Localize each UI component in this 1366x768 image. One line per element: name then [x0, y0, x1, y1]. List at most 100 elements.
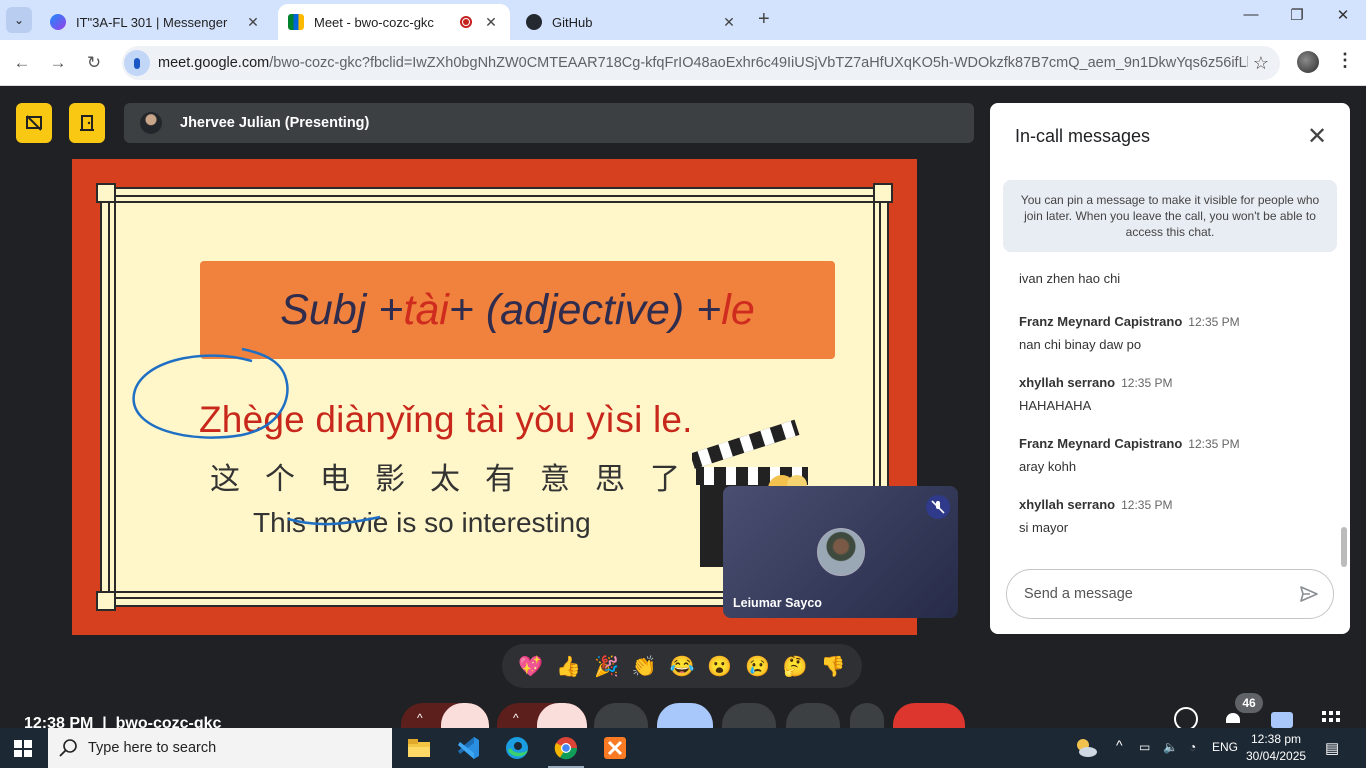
chat-panel-title: In-call messages	[1015, 126, 1151, 146]
mic-options-chevron-icon[interactable]: ^	[417, 711, 423, 725]
chat-icon[interactable]	[1270, 703, 1294, 728]
profile-avatar[interactable]	[1297, 51, 1319, 73]
file-explorer-icon[interactable]	[405, 734, 433, 762]
party-popper-reaction-icon[interactable]: 🎉	[590, 654, 622, 679]
wifi-icon[interactable]: ◔	[1189, 740, 1196, 754]
chat-message-text: aray kohh	[1019, 459, 1077, 474]
tab-title: GitHub	[552, 14, 593, 30]
grammar-formula-box: Subj + tài + (adjective) + le	[200, 261, 835, 359]
formula-adjective: + (adjective) +	[448, 285, 722, 334]
edge-browser-icon[interactable]	[503, 734, 531, 762]
camera-options-chevron-icon[interactable]: ^	[513, 711, 519, 725]
clock-time: 12:38 pm	[1251, 732, 1302, 746]
tab-search-chevron-icon[interactable]: ⌄	[6, 7, 32, 33]
show-hidden-icons-chevron[interactable]: ^	[1116, 737, 1123, 753]
muted-mic-icon	[926, 495, 950, 519]
bookmark-star-icon[interactable]: ☆	[1248, 53, 1274, 74]
back-arrow-icon[interactable]: ←	[9, 50, 35, 76]
message-input-placeholder: Send a message	[1024, 586, 1133, 602]
chat-message-text: si mayor	[1019, 520, 1069, 535]
volume-icon[interactable]: 🔈	[1163, 740, 1178, 754]
xampp-icon[interactable]	[601, 734, 629, 762]
clapping-reaction-icon[interactable]: 👏	[628, 654, 660, 679]
thumbs-down-reaction-icon[interactable]: 👎	[817, 654, 849, 679]
message-time: 12:35 PM	[1121, 498, 1173, 512]
sad-reaction-icon[interactable]: 😢	[741, 654, 773, 679]
vscode-icon[interactable]	[454, 734, 482, 762]
chat-message-text: HAHAHAHA	[1019, 398, 1092, 413]
thumbs-up-reaction-icon[interactable]: 👍	[553, 654, 585, 679]
chat-message-text: ivan zhen hao chi	[1019, 271, 1121, 286]
windows-start-icon[interactable]	[14, 740, 32, 757]
presenter-name: Jhervee Julian (Presenting)	[180, 115, 370, 131]
more-options-button[interactable]	[850, 703, 884, 728]
formula-tai: tài	[403, 285, 449, 334]
taskbar-search-box[interactable]: Type here to search	[48, 728, 392, 768]
close-panel-icon[interactable]: ✕	[1302, 123, 1332, 153]
send-icon[interactable]	[1299, 584, 1319, 604]
mic-off-button[interactable]	[441, 703, 489, 728]
formula-le: le	[721, 285, 755, 334]
messenger-icon	[50, 14, 66, 30]
participant-tile[interactable]: Leiumar Sayco	[723, 486, 958, 618]
close-tab-icon[interactable]: ✕	[482, 14, 500, 31]
message-input[interactable]: Send a message	[1006, 569, 1334, 619]
chrome-browser-icon[interactable]	[552, 734, 580, 762]
address-bar[interactable]: meet.google.com/bwo-cozc-gkc?fbclid=IwZX…	[122, 46, 1280, 80]
close-window-icon[interactable]: ✕	[1328, 6, 1358, 24]
sparkling-heart-reaction-icon[interactable]: 💖	[515, 654, 547, 679]
presenter-bar: Jhervee Julian (Presenting)	[124, 103, 974, 143]
message-time: 12:35 PM	[1188, 437, 1240, 451]
message-time: 12:35 PM	[1121, 376, 1173, 390]
tab-google-meet[interactable]: Meet - bwo-cozc-gkc ✕	[278, 4, 510, 40]
reload-icon[interactable]: ↻	[81, 50, 107, 76]
system-clock[interactable]: 12:38 pm 30/04/2025	[1246, 731, 1306, 765]
forward-arrow-icon[interactable]: →	[45, 50, 71, 76]
taskbar-search-placeholder: Type here to search	[88, 740, 217, 756]
camera-controls[interactable]: ^	[497, 703, 587, 728]
leave-call-button[interactable]	[893, 703, 965, 728]
laughing-reaction-icon[interactable]: 😂	[666, 654, 698, 679]
minimize-window-icon[interactable]: —	[1236, 6, 1266, 23]
thinking-reaction-icon[interactable]: 🤔	[779, 654, 811, 679]
captions-button[interactable]	[594, 703, 648, 728]
emoji-reactions-button[interactable]	[657, 703, 713, 728]
weather-icon[interactable]	[1072, 734, 1100, 762]
tab-messenger[interactable]: IT"3A-FL 301 | Messenger ✕	[40, 4, 272, 40]
tab-github[interactable]: GitHub ✕	[516, 4, 748, 40]
language-indicator[interactable]: ENG	[1212, 740, 1238, 754]
chat-scrollbar[interactable]	[1341, 527, 1347, 567]
google-meet-icon	[288, 14, 304, 30]
camera-off-button[interactable]	[537, 703, 587, 728]
participant-name: Leiumar Sayco	[733, 596, 822, 610]
present-screen-button[interactable]	[722, 703, 776, 728]
restore-window-icon[interactable]: ❐	[1282, 6, 1312, 24]
battery-icon[interactable]: ▭	[1139, 740, 1150, 754]
microphone-in-use-icon[interactable]	[124, 50, 150, 76]
message-sender: xhyllah serrano	[1019, 497, 1116, 512]
pin-info-note: You can pin a message to make it visible…	[1003, 180, 1337, 252]
english-translation: This movie is so interesting	[253, 507, 591, 538]
presenter-avatar	[140, 112, 162, 134]
new-tab-plus-icon[interactable]: +	[758, 8, 770, 31]
chat-message: Franz Meynard Capistrano 12:35 PM aray ko…	[1019, 435, 1240, 474]
meeting-info-icon[interactable]	[1172, 703, 1200, 728]
people-icon[interactable]	[1220, 703, 1246, 728]
close-tab-icon[interactable]: ✕	[244, 14, 262, 31]
companion-door-icon[interactable]	[69, 103, 105, 143]
recording-indicator-icon	[460, 16, 472, 28]
activities-grid-icon[interactable]	[1318, 703, 1342, 728]
notifications-icon[interactable]: ▤	[1325, 739, 1339, 757]
microphone-controls[interactable]: ^	[401, 703, 489, 728]
participant-avatar	[817, 528, 865, 576]
message-sender: Franz Meynard Capistrano	[1019, 436, 1183, 451]
browser-toolbar: ← → ↻ meet.google.com/bwo-cozc-gkc?fbcli…	[0, 40, 1366, 86]
surprised-reaction-icon[interactable]: 😮	[704, 654, 736, 679]
url-text[interactable]: meet.google.com/bwo-cozc-gkc?fbclid=IwZX…	[158, 55, 1248, 71]
raise-hand-button[interactable]	[786, 703, 840, 728]
stop-presentation-view-icon[interactable]	[16, 103, 52, 143]
chat-message: xhyllah serrano 12:35 PM si mayor	[1019, 496, 1172, 535]
browser-menu-icon[interactable]: ⋮	[1336, 50, 1354, 71]
chat-message: Franz Meynard Capistrano 12:35 PM nan chi…	[1019, 313, 1240, 352]
close-tab-icon[interactable]: ✕	[720, 14, 738, 31]
